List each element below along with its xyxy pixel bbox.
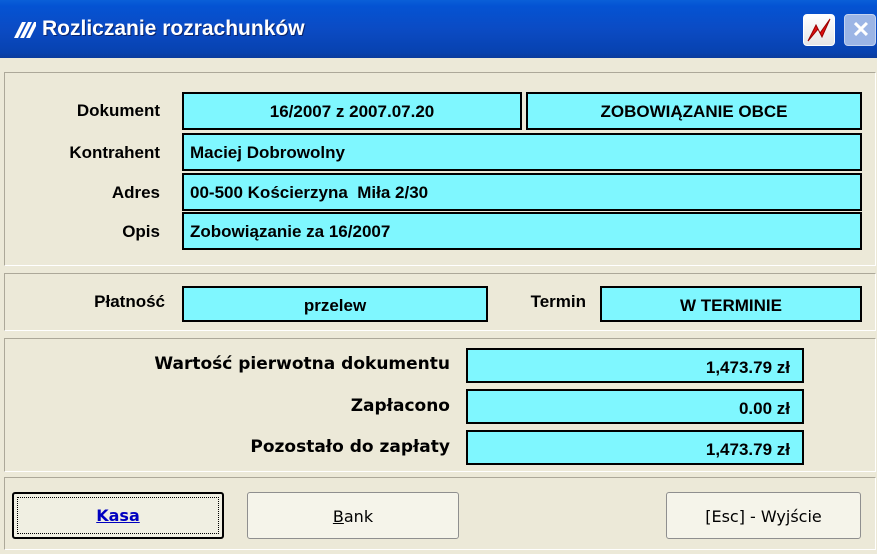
paid-field: 0.00 zł (466, 389, 804, 424)
remaining-field: 1,473.79 zł (466, 430, 804, 465)
bank-button[interactable]: Bank (247, 492, 459, 539)
paid-label: Zapłacono (350, 396, 450, 416)
description-label: Opis (122, 222, 160, 241)
document-label: Dokument (76, 101, 160, 120)
address-field: 00-500 Kościerzyna Miła 2/30 (182, 173, 862, 211)
original-value-label: Wartość pierwotna dokumentu (154, 354, 450, 374)
close-button[interactable]: ✕ (844, 14, 876, 46)
document-number-field: 16/2007 z 2007.07.20 (182, 92, 522, 130)
contractor-field: Maciej Dobrowolny (182, 133, 862, 171)
app-icon (14, 22, 36, 38)
document-type-field: ZOBOWIĄZANIE OBCE (526, 92, 862, 130)
help-button[interactable] (803, 14, 835, 46)
dialog-window: Rozliczanie rozrachunków ✕ Dokument 16/2… (0, 0, 877, 554)
original-value-field: 1,473.79 zł (466, 348, 804, 383)
kasa-button-label: Kasa (96, 506, 140, 525)
payment-label: Płatność (94, 292, 165, 311)
bank-button-label: Bank (332, 507, 374, 526)
contractor-label: Kontrahent (69, 143, 160, 162)
payment-field: przelew (182, 286, 488, 322)
exit-button-label: [Esc] - Wyjście (705, 507, 822, 526)
window-title: Rozliczanie rozrachunków (42, 17, 305, 40)
description-field: Zobowiązanie za 16/2007 (182, 212, 862, 250)
title-bar[interactable]: Rozliczanie rozrachunków ✕ (0, 0, 877, 58)
close-icon: ✕ (851, 17, 871, 42)
term-field: W TERMINIE (600, 286, 862, 322)
exit-button[interactable]: [Esc] - Wyjście (666, 492, 861, 539)
term-label: Termin (530, 292, 586, 311)
lightning-icon (807, 18, 831, 42)
remaining-label: Pozostało do zapłaty (250, 437, 450, 457)
address-label: Adres (111, 183, 160, 202)
kasa-button[interactable]: Kasa (12, 492, 224, 539)
